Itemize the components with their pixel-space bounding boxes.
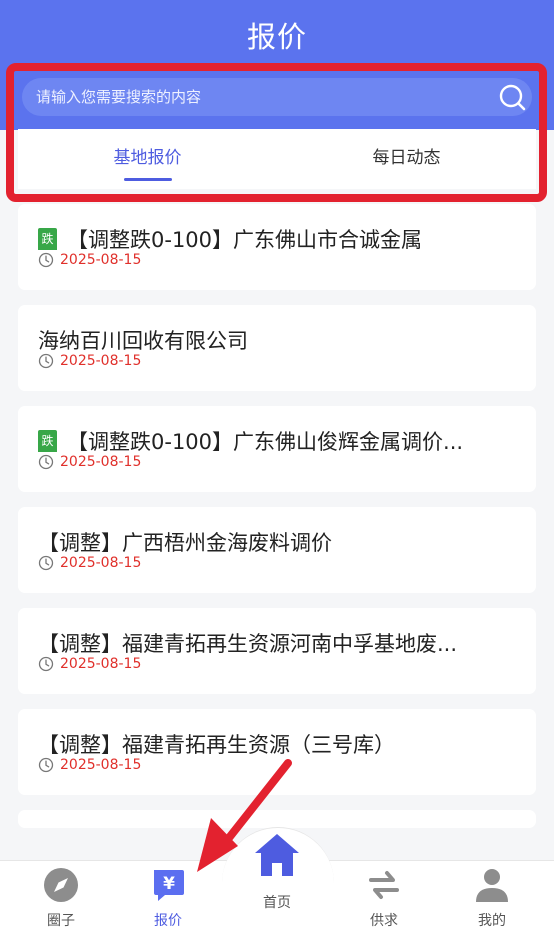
tabbar-item-me[interactable]: 我的	[452, 866, 532, 930]
item-title: 海纳百川回收有限公司	[38, 329, 248, 353]
search-bar[interactable]	[22, 78, 532, 116]
clock-icon	[38, 252, 54, 268]
clock-icon	[38, 757, 54, 773]
yen-chat-icon: ¥	[154, 870, 184, 901]
user-icon	[476, 869, 508, 902]
list-item[interactable]: 【调整】福建青拓再生资源河南中孚基地废... 2025-08-15	[18, 608, 536, 694]
list-item[interactable]: 海纳百川回收有限公司 2025-08-15	[18, 305, 536, 391]
tab-base-quotes[interactable]: 基地报价	[18, 129, 277, 189]
list-item[interactable]: 跌 【调整跌0-100】广东佛山俊辉金属调价... 2025-08-15	[18, 406, 536, 492]
clock-icon	[38, 454, 54, 470]
tabbar-label: 供求	[370, 913, 398, 929]
search-icon[interactable]	[498, 83, 526, 111]
tabbar-label: 报价	[154, 913, 182, 929]
tab-bar: 基地报价 每日动态	[18, 129, 536, 189]
item-title: 【调整跌0-100】广东佛山市合诚金属	[67, 228, 423, 252]
tab-label: 每日动态	[372, 148, 441, 168]
item-title: 【调整】福建青拓再生资源（三号库）	[38, 733, 395, 757]
tabbar-label: 首页	[263, 895, 291, 911]
tabbar-item-circle[interactable]: 圈子	[21, 866, 101, 930]
search-input[interactable]	[36, 78, 496, 116]
item-date: 2025-08-15	[60, 454, 142, 470]
home-icon	[255, 834, 299, 876]
item-date: 2025-08-15	[60, 252, 142, 268]
quote-list: 跌 【调整跌0-100】广东佛山市合诚金属 2025-08-15 海纳百川回收有…	[18, 204, 536, 828]
item-date: 2025-08-15	[60, 353, 142, 369]
item-date: 2025-08-15	[60, 656, 142, 672]
clock-icon	[38, 555, 54, 571]
active-tab-indicator	[123, 178, 172, 181]
item-date: 2025-08-15	[60, 757, 142, 773]
item-date: 2025-08-15	[60, 555, 142, 571]
list-item[interactable]: 跌 【调整跌0-100】广东佛山市合诚金属 2025-08-15	[18, 204, 536, 290]
tab-label: 基地报价	[113, 148, 182, 168]
drop-badge: 跌	[38, 228, 57, 250]
tabbar-item-home[interactable]: 首页	[237, 832, 317, 912]
tabbar-label: 我的	[478, 913, 506, 929]
item-title: 【调整】广西梧州金海废料调价	[38, 531, 332, 555]
swap-arrows-icon	[369, 871, 399, 899]
tab-daily-news[interactable]: 每日动态	[277, 129, 536, 189]
clock-icon	[38, 353, 54, 369]
page-title: 报价	[246, 20, 307, 54]
compass-icon	[44, 868, 78, 902]
tabbar-item-supply[interactable]: 供求	[344, 866, 424, 930]
list-item[interactable]	[18, 810, 536, 828]
list-item[interactable]: 【调整】广西梧州金海废料调价 2025-08-15	[18, 507, 536, 593]
list-item[interactable]: 【调整】福建青拓再生资源（三号库） 2025-08-15	[18, 709, 536, 795]
svg-text:¥: ¥	[163, 874, 175, 894]
item-title: 【调整跌0-100】广东佛山俊辉金属调价...	[67, 430, 464, 454]
tabbar-label: 圈子	[47, 913, 75, 929]
drop-badge: 跌	[38, 430, 57, 452]
item-title: 【调整】福建青拓再生资源河南中孚基地废...	[38, 632, 458, 656]
tabbar-item-quotes[interactable]: ¥ 报价	[128, 866, 208, 930]
clock-icon	[38, 656, 54, 672]
